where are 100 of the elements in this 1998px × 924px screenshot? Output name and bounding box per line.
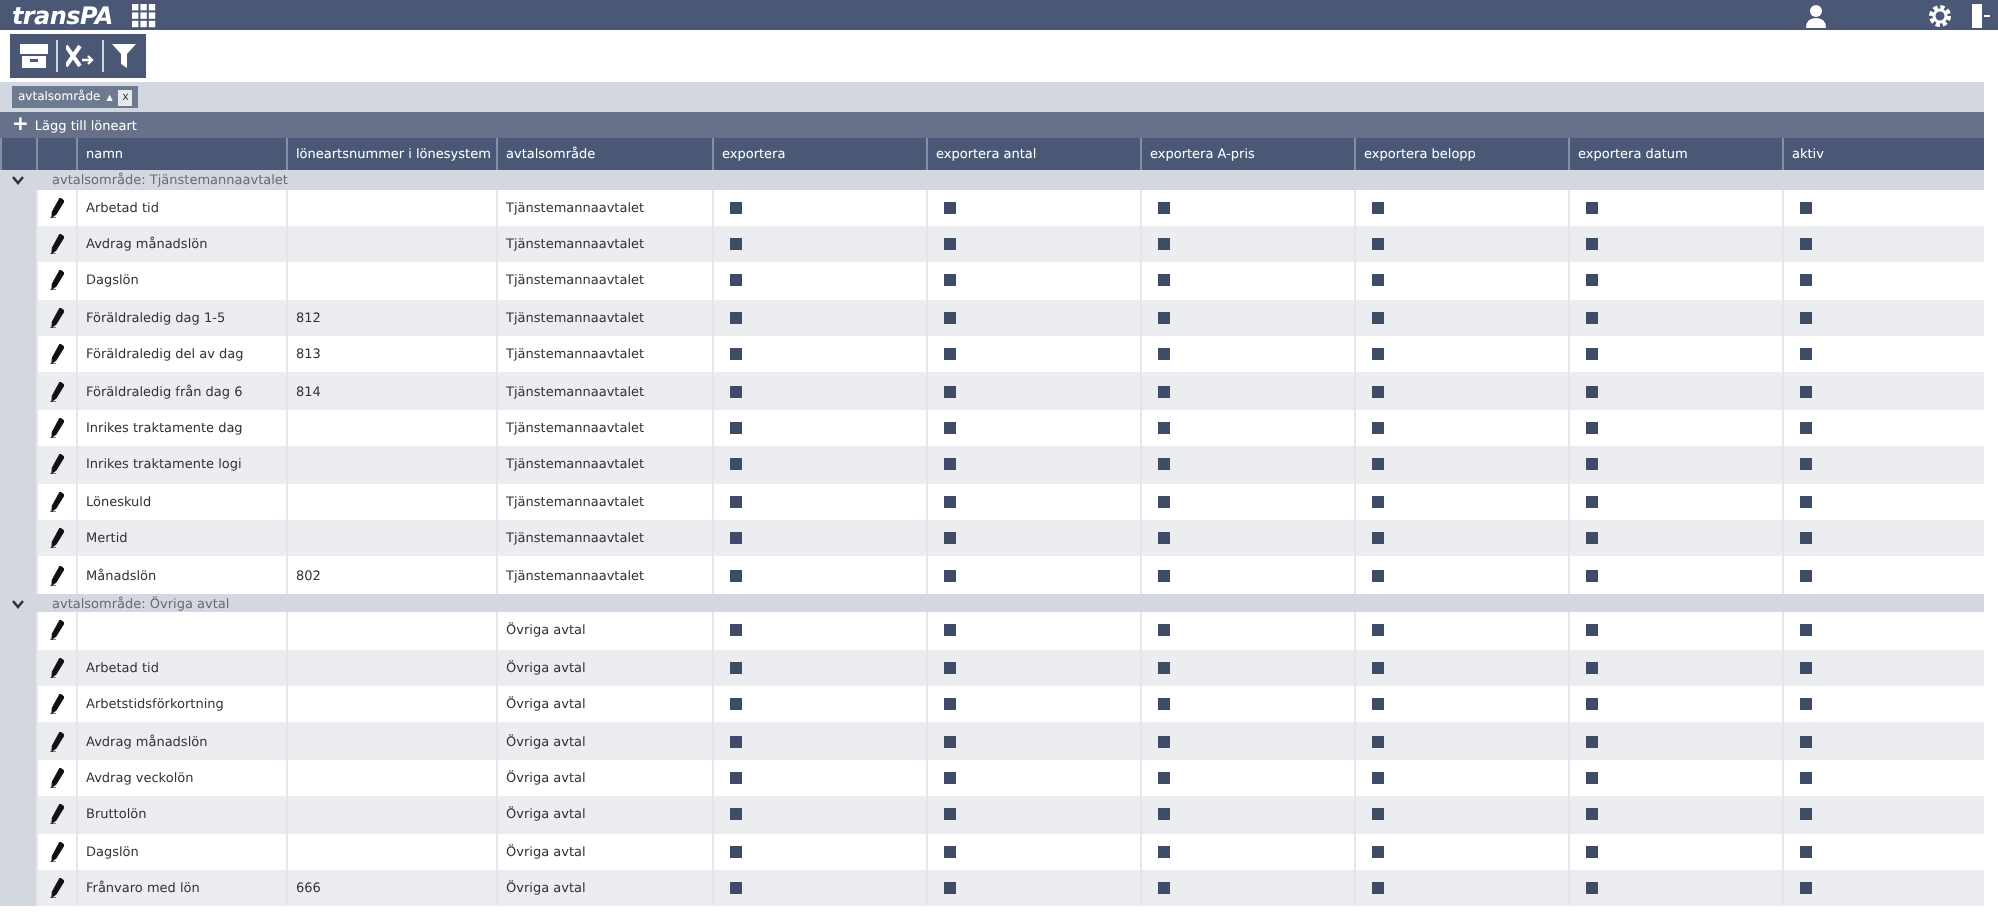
checkbox[interactable] <box>944 495 956 508</box>
checkbox[interactable] <box>730 422 742 435</box>
checkbox[interactable] <box>730 348 742 361</box>
logout-icon[interactable] <box>1972 3 1990 27</box>
checkbox[interactable] <box>1372 532 1384 545</box>
checkbox[interactable] <box>1800 532 1812 545</box>
checkbox[interactable] <box>730 569 742 582</box>
checkbox[interactable] <box>1158 882 1170 895</box>
checkbox[interactable] <box>1158 735 1170 748</box>
checkbox[interactable] <box>1586 201 1598 214</box>
checkbox[interactable] <box>1586 882 1598 895</box>
checkbox[interactable] <box>1158 569 1170 582</box>
checkbox[interactable] <box>1586 698 1598 711</box>
checkbox[interactable] <box>1800 385 1812 398</box>
edit-icon[interactable] <box>50 694 64 715</box>
checkbox[interactable] <box>1586 569 1598 582</box>
edit-icon[interactable] <box>50 381 64 402</box>
checkbox[interactable] <box>1800 348 1812 361</box>
checkbox[interactable] <box>1372 882 1384 895</box>
checkbox[interactable] <box>944 348 956 361</box>
checkbox[interactable] <box>730 274 742 287</box>
checkbox[interactable] <box>1158 385 1170 398</box>
checkbox[interactable] <box>1372 624 1384 637</box>
checkbox[interactable] <box>730 624 742 637</box>
checkbox[interactable] <box>1158 845 1170 858</box>
checkbox[interactable] <box>944 882 956 895</box>
checkbox[interactable] <box>1800 458 1812 471</box>
checkbox[interactable] <box>944 532 956 545</box>
checkbox[interactable] <box>944 385 956 398</box>
edit-icon[interactable] <box>50 804 64 825</box>
checkbox[interactable] <box>1800 422 1812 435</box>
checkbox[interactable] <box>944 808 956 821</box>
checkbox[interactable] <box>1800 808 1812 821</box>
checkbox[interactable] <box>944 458 956 471</box>
checkbox[interactable] <box>944 569 956 582</box>
checkbox[interactable] <box>1372 845 1384 858</box>
checkbox[interactable] <box>944 698 956 711</box>
edit-icon[interactable] <box>50 344 64 365</box>
checkbox[interactable] <box>1158 311 1170 324</box>
checkbox[interactable] <box>730 201 742 214</box>
edit-icon[interactable] <box>50 528 64 549</box>
filter-button[interactable] <box>106 38 142 74</box>
checkbox[interactable] <box>1158 495 1170 508</box>
checkbox[interactable] <box>1586 772 1598 785</box>
checkbox[interactable] <box>944 661 956 674</box>
checkbox[interactable] <box>730 808 742 821</box>
checkbox[interactable] <box>1586 661 1598 674</box>
checkbox[interactable] <box>1800 735 1812 748</box>
checkbox[interactable] <box>1158 422 1170 435</box>
checkbox[interactable] <box>1586 808 1598 821</box>
checkbox[interactable] <box>1372 772 1384 785</box>
checkbox[interactable] <box>1586 348 1598 361</box>
checkbox[interactable] <box>944 422 956 435</box>
checkbox[interactable] <box>1372 385 1384 398</box>
checkbox[interactable] <box>1586 238 1598 251</box>
app-grid-icon[interactable] <box>132 3 157 27</box>
edit-icon[interactable] <box>50 491 64 512</box>
checkbox[interactable] <box>1800 845 1812 858</box>
edit-icon[interactable] <box>50 234 64 255</box>
edit-icon[interactable] <box>50 841 64 862</box>
checkbox[interactable] <box>944 845 956 858</box>
checkbox[interactable] <box>944 311 956 324</box>
checkbox[interactable] <box>1586 735 1598 748</box>
checkbox[interactable] <box>944 201 956 214</box>
checkbox[interactable] <box>1158 698 1170 711</box>
edit-icon[interactable] <box>50 454 64 475</box>
checkbox[interactable] <box>1586 385 1598 398</box>
checkbox[interactable] <box>730 238 742 251</box>
checkbox[interactable] <box>1372 495 1384 508</box>
edit-icon[interactable] <box>50 565 64 586</box>
edit-icon[interactable] <box>50 768 64 789</box>
checkbox[interactable] <box>1372 274 1384 287</box>
checkbox[interactable] <box>1158 532 1170 545</box>
checkbox[interactable] <box>944 772 956 785</box>
checkbox[interactable] <box>1586 624 1598 637</box>
checkbox[interactable] <box>1372 201 1384 214</box>
checkbox[interactable] <box>730 735 742 748</box>
chevron-down-icon[interactable] <box>10 595 26 612</box>
checkbox[interactable] <box>1372 238 1384 251</box>
checkbox[interactable] <box>1372 735 1384 748</box>
checkbox[interactable] <box>1372 348 1384 361</box>
checkbox[interactable] <box>1586 458 1598 471</box>
checkbox[interactable] <box>944 274 956 287</box>
edit-icon[interactable] <box>50 307 64 328</box>
edit-icon[interactable] <box>50 418 64 439</box>
checkbox[interactable] <box>730 845 742 858</box>
checkbox[interactable] <box>1800 569 1812 582</box>
checkbox[interactable] <box>1586 845 1598 858</box>
checkbox[interactable] <box>1800 201 1812 214</box>
checkbox[interactable] <box>1800 274 1812 287</box>
checkbox[interactable] <box>730 458 742 471</box>
checkbox[interactable] <box>1158 201 1170 214</box>
checkbox[interactable] <box>1372 661 1384 674</box>
checkbox[interactable] <box>1372 458 1384 471</box>
checkbox[interactable] <box>1158 661 1170 674</box>
checkbox[interactable] <box>1372 569 1384 582</box>
checkbox[interactable] <box>730 698 742 711</box>
archive-button[interactable] <box>14 38 54 74</box>
checkbox[interactable] <box>1800 698 1812 711</box>
checkbox[interactable] <box>1586 495 1598 508</box>
